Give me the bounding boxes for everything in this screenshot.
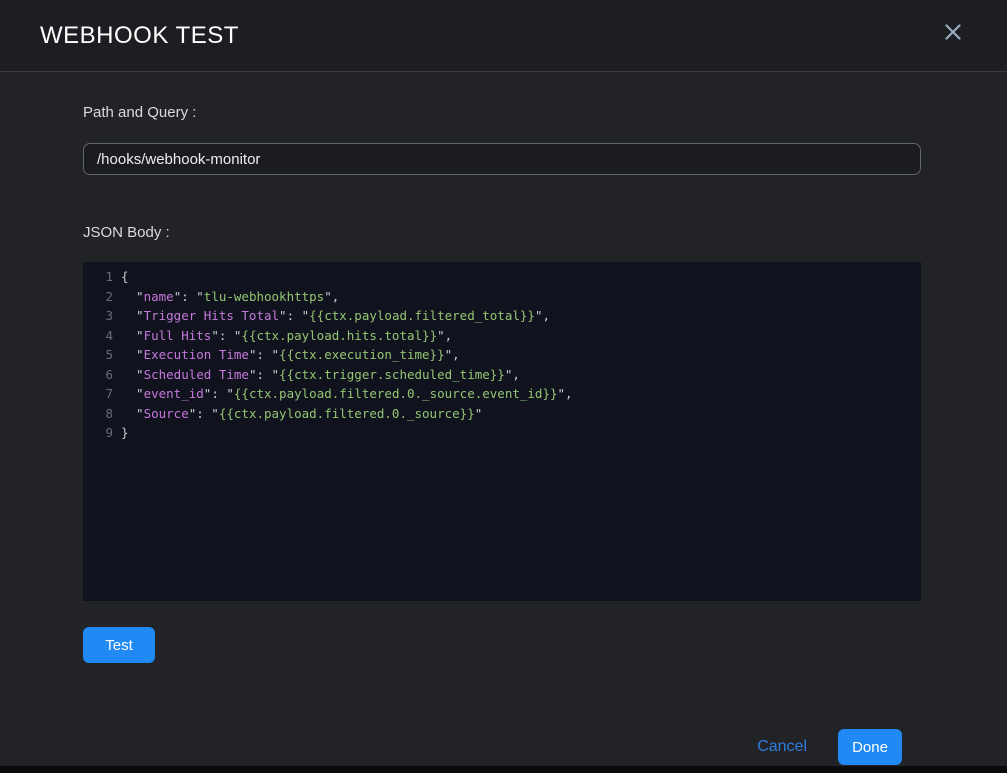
code-line: 4 "Full Hits": "{{ctx.payload.hits.total…	[83, 326, 921, 346]
code-line: 8 "Source": "{{ctx.payload.filtered.0._s…	[83, 404, 921, 424]
line-number: 4	[83, 326, 113, 346]
path-query-input[interactable]	[83, 143, 921, 175]
line-number: 5	[83, 345, 113, 365]
code-line: 9}	[83, 423, 921, 443]
code-line: 3 "Trigger Hits Total": "{{ctx.payload.f…	[83, 306, 921, 326]
test-button[interactable]: Test	[83, 627, 155, 663]
close-button[interactable]	[939, 18, 967, 46]
page-background-strip	[0, 766, 1007, 773]
code-line: 2 "name": "tlu-webhookhttps",	[83, 287, 921, 307]
close-icon	[944, 23, 962, 41]
cancel-button[interactable]: Cancel	[757, 738, 807, 756]
modal-footer: Cancel Done	[83, 729, 921, 766]
code-line: 7 "event_id": "{{ctx.payload.filtered.0.…	[83, 384, 921, 404]
line-number: 6	[83, 365, 113, 385]
modal-header: WEBHOOK TEST	[0, 0, 1007, 72]
code-line: 1{	[83, 267, 921, 287]
line-number: 8	[83, 404, 113, 424]
path-query-label: Path and Query :	[83, 104, 921, 122]
modal-title: WEBHOOK TEST	[40, 22, 239, 50]
code-line: 5 "Execution Time": "{{ctx.execution_tim…	[83, 345, 921, 365]
line-number: 9	[83, 423, 113, 443]
modal-body: Path and Query : JSON Body : 1{2 "name":…	[0, 72, 1007, 766]
json-body-editor[interactable]: 1{2 "name": "tlu-webhookhttps",3 "Trigge…	[83, 262, 921, 601]
line-number: 3	[83, 306, 113, 326]
line-number: 1	[83, 267, 113, 287]
webhook-test-modal: WEBHOOK TEST Path and Query : JSON Body …	[0, 0, 1007, 766]
code-line: 6 "Scheduled Time": "{{ctx.trigger.sched…	[83, 365, 921, 385]
json-body-label: JSON Body :	[83, 224, 921, 242]
done-button[interactable]: Done	[838, 729, 902, 765]
line-number: 7	[83, 384, 113, 404]
line-number: 2	[83, 287, 113, 307]
